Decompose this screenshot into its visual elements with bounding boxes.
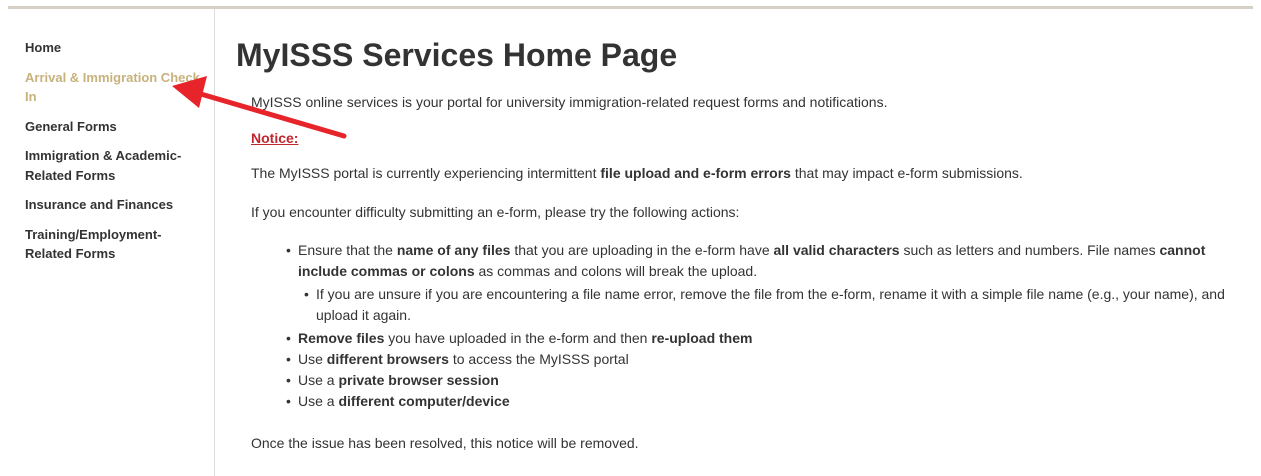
sidebar-item-general-forms[interactable]: General Forms: [25, 117, 205, 137]
sidebar-item-immigration-academic-forms[interactable]: Immigration & Academic-Related Forms: [25, 146, 205, 185]
sidebar-item-home[interactable]: Home: [25, 38, 205, 58]
list-item: • Use a private browser session: [286, 372, 499, 388]
page-title: MyISSS Services Home Page: [236, 37, 678, 73]
list-item: • Remove files you have uploaded in the e…: [286, 330, 753, 346]
sidebar-nav: Home Arrival & Immigration Check-In Gene…: [25, 38, 205, 274]
top-border: [8, 6, 1253, 9]
notice-text: The MyISSS portal is currently experienc…: [251, 165, 1023, 181]
list-item: • Use different browsers to access the My…: [286, 351, 629, 367]
sidebar-item-training-employment-forms[interactable]: Training/Employment-Related Forms: [25, 225, 205, 264]
instructions-text: If you encounter difficulty submitting a…: [251, 204, 740, 220]
list-item: • If you are unsure if you are encounteri…: [304, 286, 1225, 323]
content-body: MyISSS online services is your portal fo…: [251, 92, 1236, 454]
list-item: • Use a different computer/device: [286, 393, 510, 409]
main-content: MyISSS Services Home Page MyISSS online …: [236, 34, 1236, 454]
intro-text: MyISSS online services is your portal fo…: [251, 94, 888, 110]
actions-list: • Ensure that the name of any files that …: [251, 240, 1236, 412]
sub-list: • If you are unsure if you are encounteri…: [298, 284, 1236, 326]
outro-text: Once the issue has been resolved, this n…: [251, 435, 639, 451]
list-item: • Ensure that the name of any files that …: [286, 240, 1236, 326]
sidebar-item-insurance-finances[interactable]: Insurance and Finances: [25, 195, 205, 215]
sidebar-item-arrival-immigration-check-in[interactable]: Arrival & Immigration Check-In: [25, 68, 205, 107]
notice-heading: Notice:: [251, 130, 299, 146]
sidebar-divider: [214, 9, 215, 476]
